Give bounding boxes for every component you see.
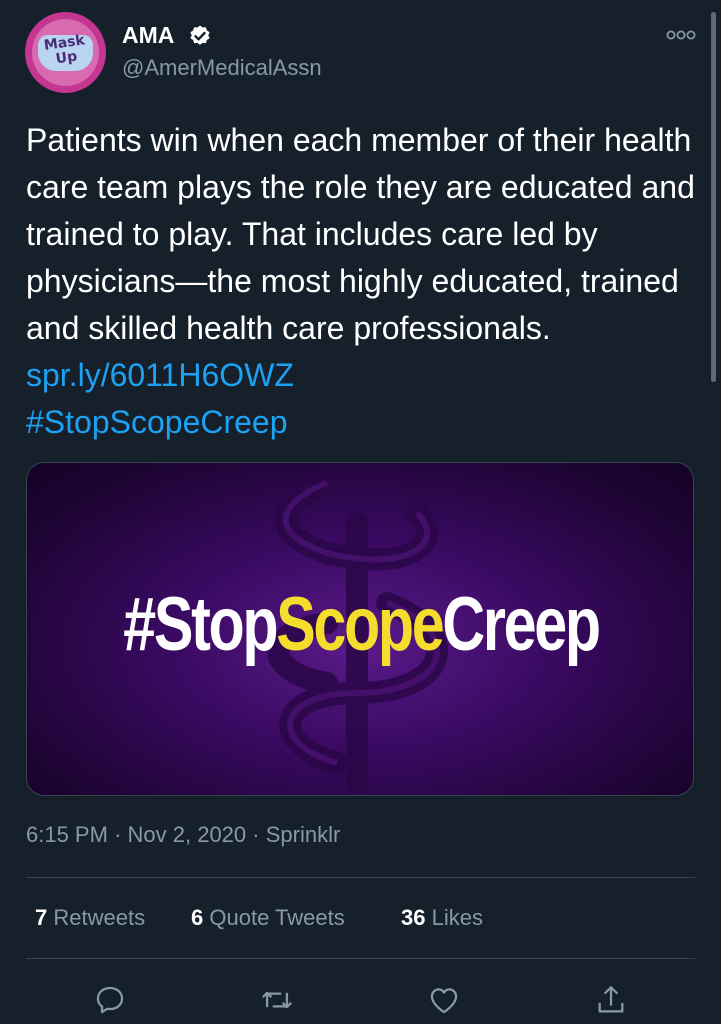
tweet-hashtag[interactable]: #StopScopeCreep <box>26 404 288 440</box>
meta-separator: · <box>252 822 260 847</box>
tweet-detail: Mask Up AMA @AmerMedicalAssn Patients wi… <box>0 0 721 1024</box>
tweet-date[interactable]: Nov 2, 2020 <box>128 822 247 847</box>
image-hashtag-text: #StopScopeCreep <box>100 581 621 668</box>
share-icon[interactable] <box>594 983 628 1017</box>
quote-tweets-stat[interactable]: 6 Quote Tweets <box>191 905 345 931</box>
quote-tweets-count: 6 <box>191 905 204 930</box>
likes-stat[interactable]: 36 Likes <box>401 905 483 931</box>
avatar-text: Mask Up <box>32 31 99 70</box>
verified-badge-icon <box>190 25 210 45</box>
user-handle[interactable]: @AmerMedicalAssn <box>122 55 322 81</box>
likes-label: Likes <box>431 905 483 930</box>
divider <box>26 958 695 959</box>
reply-icon[interactable] <box>93 983 127 1017</box>
scrollbar[interactable] <box>711 12 716 382</box>
retweets-count: 7 <box>35 905 48 930</box>
tweet-metadata: 6:15 PM · Nov 2, 2020 · Sprinklr <box>26 822 340 848</box>
divider <box>26 877 695 878</box>
tweet-time[interactable]: 6:15 PM <box>26 822 108 847</box>
tweet-image[interactable]: #StopScopeCreep <box>26 462 694 796</box>
image-text-scope: Scope <box>276 582 445 667</box>
tweet-source[interactable]: Sprinklr <box>266 822 341 847</box>
more-options-icon[interactable] <box>666 28 696 42</box>
image-text-stop: #Stop <box>123 582 278 667</box>
avatar-badge: Mask Up <box>32 19 99 86</box>
meta-separator: · <box>114 822 122 847</box>
tweet-text-body: Patients win when each member of their h… <box>26 122 695 346</box>
tweet-text: Patients win when each member of their h… <box>26 117 706 446</box>
retweet-icon[interactable] <box>260 983 294 1017</box>
image-text-creep: Creep <box>442 582 601 667</box>
retweets-label: Retweets <box>53 905 146 930</box>
quote-tweets-label: Quote Tweets <box>209 905 345 930</box>
display-name[interactable]: AMA <box>122 22 174 49</box>
likes-count: 36 <box>401 905 426 930</box>
retweets-stat[interactable]: 7 Retweets <box>35 905 145 931</box>
like-icon[interactable] <box>427 983 461 1017</box>
avatar[interactable]: Mask Up <box>25 12 106 93</box>
tweet-link[interactable]: spr.ly/6011H6OWZ <box>26 357 294 393</box>
